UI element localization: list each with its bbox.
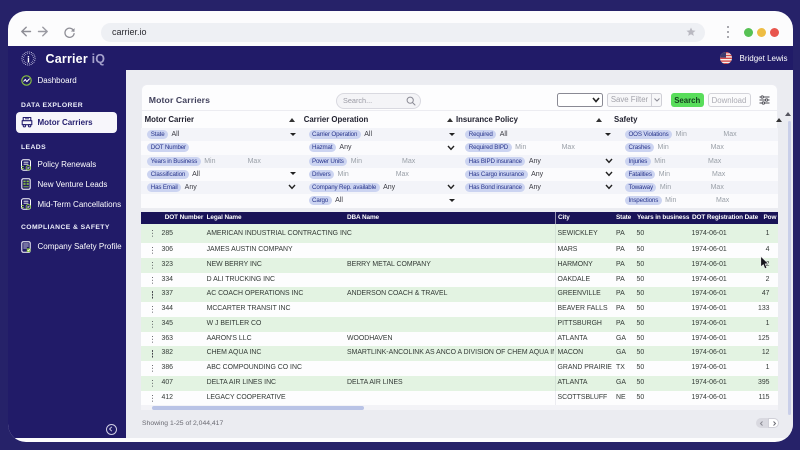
svg-text:i: i <box>27 54 30 65</box>
